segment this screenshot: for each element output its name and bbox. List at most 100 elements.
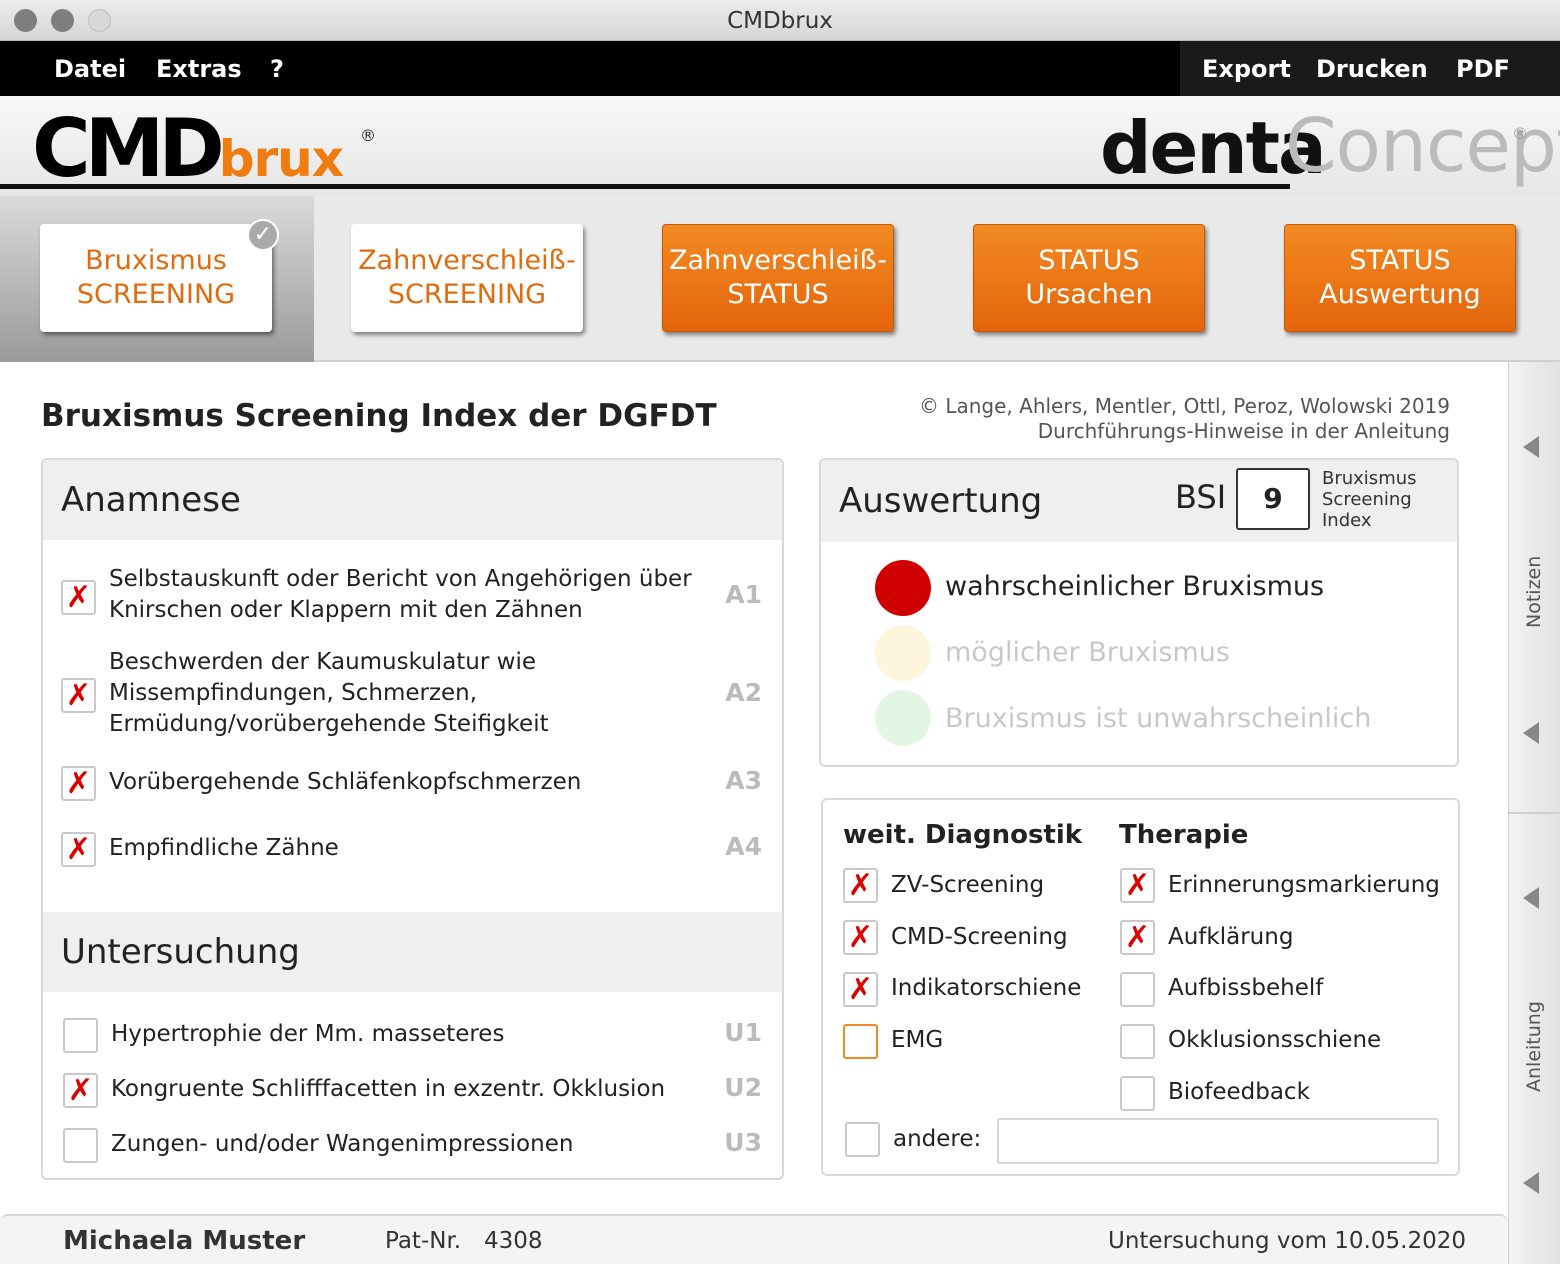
zv-screening-checkbox[interactable]: ✗: [843, 868, 878, 903]
u3-checkbox[interactable]: [63, 1128, 98, 1163]
page-title: Bruxismus Screening Index der DGFDT: [41, 398, 717, 434]
untersuchung-heading: Untersuchung: [43, 912, 782, 992]
result-unlikely-label: Bruxismus ist unwahrscheinlich: [945, 703, 1372, 734]
tab-label: SCREENING: [387, 279, 547, 310]
menu-help[interactable]: ?: [270, 55, 284, 83]
menu-actions: Export Drucken PDF: [1180, 41, 1560, 96]
u2-code: U2: [724, 1073, 762, 1102]
main-content: Bruxismus Screening Index der DGFDT © La…: [0, 362, 1508, 1212]
u2-checkbox[interactable]: ✗: [63, 1073, 98, 1108]
anamnese-heading: Anamnese: [43, 460, 782, 540]
tab-zahnverschleiss-status[interactable]: Zahnverschleiß- STATUS: [662, 224, 894, 332]
bsi-caption-line: Bruxismus: [1322, 468, 1417, 489]
erinnerungsmarkierung-label: Erinnerungsmarkierung: [1168, 872, 1440, 898]
tab-status-auswertung[interactable]: STATUS Auswertung: [1284, 224, 1516, 332]
a1-text: Knirschen oder Klappern mit den Zähnen: [109, 597, 583, 623]
menu-extras[interactable]: Extras: [156, 55, 242, 83]
bsi-caption: Bruxismus Screening Index: [1322, 468, 1417, 531]
aufklaerung-checkbox[interactable]: ✗: [1120, 920, 1155, 955]
emg-checkbox[interactable]: [843, 1024, 878, 1059]
registered-mark-partner: ®: [1512, 124, 1528, 143]
guide-arrow-icon[interactable]: [1523, 887, 1539, 909]
expand-guide-arrow-icon[interactable]: [1523, 1172, 1539, 1194]
cmd-screening-checkbox[interactable]: ✗: [843, 920, 878, 955]
copyright-note: © Lange, Ahlers, Mentler, Ottl, Peroz, W…: [919, 394, 1450, 444]
result-yellow-indicator: [875, 625, 931, 681]
andere-input[interactable]: [997, 1118, 1439, 1164]
biofeedback-checkbox[interactable]: [1120, 1076, 1155, 1111]
tab-label: Zahnverschleiß-: [669, 245, 887, 276]
cmdbrux-logo: CMDbrux: [32, 102, 344, 195]
tab-label: Auswertung: [1319, 279, 1481, 310]
menu-datei[interactable]: Datei: [54, 55, 126, 83]
completed-check-icon: ✓: [247, 219, 279, 251]
tab-bruxismus-screening[interactable]: Bruxismus SCREENING: [40, 224, 272, 332]
bsi-caption-line: Index: [1322, 510, 1372, 531]
guide-tab[interactable]: Anleitung: [1523, 1001, 1545, 1092]
a2-text: Missempfindungen, Schmerzen,: [109, 680, 478, 706]
auswertung-panel: Auswertung BSI 9 Bruxismus Screening Ind…: [819, 458, 1459, 767]
result-likely-label: wahrscheinlicher Bruxismus: [945, 571, 1325, 602]
a1-text: Selbstauskunft oder Bericht von Angehöri…: [109, 566, 692, 592]
patnr-label: Pat-Nr.: [385, 1228, 462, 1254]
a4-checkbox[interactable]: ✗: [61, 832, 96, 867]
result-possible-label: möglicher Bruxismus: [945, 637, 1230, 668]
u1-checkbox[interactable]: [63, 1018, 98, 1053]
notes-tab[interactable]: Notizen: [1523, 556, 1545, 628]
cmd-screening-label: CMD-Screening: [891, 924, 1068, 950]
aufbissbehelf-checkbox[interactable]: [1120, 972, 1155, 1007]
tab-label: STATUS: [1349, 245, 1451, 276]
menu-bar: Datei Extras ? Export Drucken PDF: [0, 41, 1560, 96]
okklusionsschiene-checkbox[interactable]: [1120, 1024, 1155, 1059]
u3-label: Zungen- und/oder Wangenimpressionen: [111, 1131, 574, 1157]
bsi-caption-line: Screening: [1322, 489, 1412, 510]
brand-header: CMDbrux ® denta Concept ®: [0, 96, 1560, 196]
result-green-indicator: [875, 690, 931, 746]
sidebar-divider: [1509, 812, 1560, 814]
right-sidebar: Notizen Anleitung: [1508, 362, 1560, 1264]
u1-code: U1: [724, 1018, 762, 1047]
a2-label: Beschwerden der Kaumuskulatur wie Missem…: [109, 647, 549, 740]
module-tabs: Bruxismus SCREENING ✓ Zahnverschleiß- SC…: [0, 196, 1560, 362]
pdf-button[interactable]: PDF: [1456, 55, 1510, 83]
a2-checkbox[interactable]: ✗: [61, 678, 96, 713]
a1-checkbox[interactable]: ✗: [61, 580, 96, 615]
tab-zahnverschleiss-screening[interactable]: Zahnverschleiß- SCREENING: [351, 224, 583, 332]
a4-label: Empfindliche Zähne: [109, 835, 339, 861]
tab-label: Ursachen: [1025, 279, 1153, 310]
aufbissbehelf-label: Aufbissbehelf: [1168, 975, 1324, 1001]
emg-label: EMG: [891, 1027, 944, 1053]
tab-label: STATUS: [727, 279, 829, 310]
tab-label: Bruxismus: [85, 245, 227, 276]
indikatorschiene-checkbox[interactable]: ✗: [843, 972, 878, 1007]
tab-label: Zahnverschleiß-: [358, 245, 576, 276]
biofeedback-label: Biofeedback: [1168, 1079, 1310, 1105]
okklusionsschiene-label: Okklusionsschiene: [1168, 1027, 1382, 1053]
diagnostik-therapie-panel: weit. Diagnostik Therapie ✗ ZV-Screening…: [821, 798, 1460, 1176]
anamnese-untersuchung-panel: Anamnese ✗ Selbstauskunft oder Bericht v…: [41, 458, 784, 1180]
therapie-heading: Therapie: [1119, 820, 1249, 850]
tab-label: STATUS: [1038, 245, 1140, 276]
u1-label: Hypertrophie der Mm. masseteres: [111, 1021, 505, 1047]
dentaconcept-logo-concept: Concept: [1285, 103, 1560, 189]
expand-notes-arrow-icon[interactable]: [1523, 722, 1539, 744]
collapse-arrow-icon[interactable]: [1523, 436, 1539, 458]
patient-name: Michaela Muster: [63, 1226, 306, 1256]
print-button[interactable]: Drucken: [1316, 55, 1428, 83]
patient-footer: Michaela Muster Pat-Nr. 4308 Untersuchun…: [0, 1214, 1508, 1264]
tab-label: SCREENING: [76, 279, 236, 310]
exam-date: Untersuchung vom 10.05.2020: [1108, 1228, 1466, 1254]
andere-checkbox[interactable]: [845, 1122, 880, 1157]
erinnerungsmarkierung-checkbox[interactable]: ✗: [1120, 868, 1155, 903]
a3-checkbox[interactable]: ✗: [61, 766, 96, 801]
u2-label: Kongruente Schlifffacetten in exzentr. O…: [111, 1076, 666, 1102]
tab-status-ursachen[interactable]: STATUS Ursachen: [973, 224, 1205, 332]
export-button[interactable]: Export: [1202, 55, 1291, 83]
patnr-value: 4308: [484, 1228, 543, 1254]
a3-code: A3: [725, 766, 762, 795]
copyright-text: © Lange, Ahlers, Mentler, Ottl, Peroz, W…: [919, 394, 1450, 418]
window-title: CMDbrux: [727, 8, 833, 34]
a1-label: Selbstauskunft oder Bericht von Angehöri…: [109, 564, 692, 626]
result-red-indicator: [875, 560, 931, 616]
a1-code: A1: [725, 580, 762, 609]
